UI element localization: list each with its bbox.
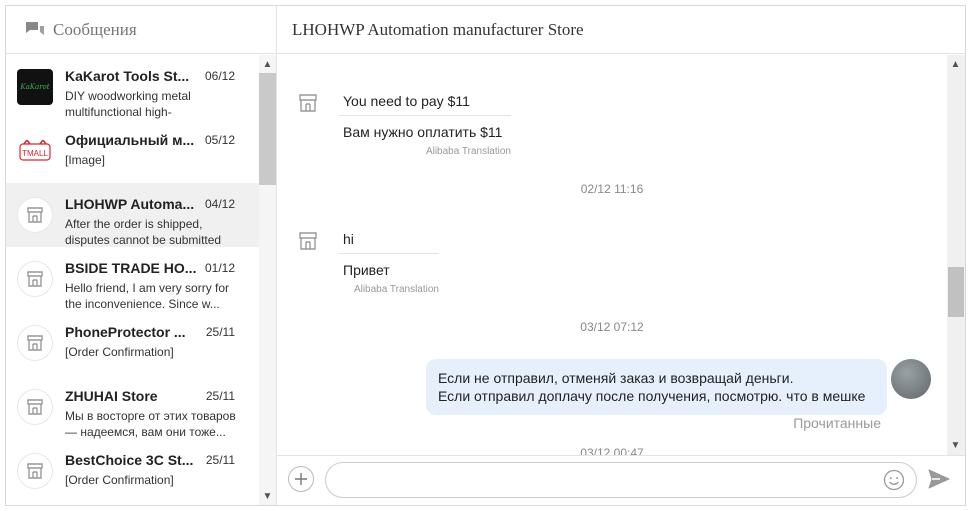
store-icon	[27, 271, 43, 287]
scroll-down-arrow-icon[interactable]: ▼	[259, 488, 276, 504]
message-original-text: hi	[339, 231, 439, 254]
conversation-preview: DIY woodworking metal multifunctional hi…	[65, 89, 191, 119]
conversation-item-phoneprotector[interactable]: PhoneProtector ... 25/11 [Order Confirma…	[6, 311, 259, 375]
plus-icon	[295, 473, 307, 485]
conversation-item-kakarot[interactable]: KaKarot KaKarot Tools St... 06/12 DIY wo…	[6, 55, 259, 119]
outgoing-message-line: Если не отправил, отменяй заказ и возвра…	[438, 370, 794, 386]
message-timestamp: 02/12 11:16	[580, 182, 644, 196]
conversation-list[interactable]: KaKarot KaKarot Tools St... 06/12 DIY wo…	[6, 55, 259, 505]
conversation-name: LHOHWP Automa...	[65, 196, 195, 212]
message-translation-text: Привет	[343, 262, 390, 278]
conversation-item-official[interactable]: TMALL Официальный м... 05/12 [Image]	[6, 119, 259, 183]
store-icon	[27, 207, 43, 223]
conversation-name: ZHUHAI Store	[65, 388, 158, 404]
scroll-down-arrow-icon[interactable]: ▼	[947, 437, 964, 453]
attach-button[interactable]	[288, 466, 314, 492]
avatar	[17, 453, 53, 489]
conversation-sidebar: Сообщения KaKarot KaKarot Tools St... 06…	[6, 6, 277, 505]
chat-header: LHOHWP Automation manufacturer Store	[277, 6, 965, 54]
store-icon	[27, 399, 43, 415]
conversation-preview: [Order Confirmation]	[65, 473, 174, 487]
messenger-window: Сообщения KaKarot KaKarot Tools St... 06…	[5, 5, 966, 506]
read-status: Прочитанные	[793, 415, 881, 431]
scroll-up-arrow-icon[interactable]: ▲	[259, 56, 276, 72]
conversation-date: 25/11	[205, 325, 235, 339]
conversation-name: BestChoice 3C St...	[65, 452, 194, 468]
message-input[interactable]	[340, 471, 860, 491]
conversation-date: 06/12	[204, 69, 235, 83]
chat-panel: LHOHWP Automation manufacturer Store You…	[277, 6, 965, 505]
my-avatar	[891, 359, 931, 399]
message-timestamp: 03/12 07:12	[580, 320, 644, 334]
conversation-preview: Hello friend, I am very sorry for the in…	[65, 281, 230, 311]
outgoing-message-bubble: Если не отправил, отменяй заказ и возвра…	[426, 359, 887, 415]
message-original-text: You need to pay $11	[339, 93, 511, 116]
incoming-message: hi Привет Alibaba Translation	[339, 231, 439, 295]
conversation-name: PhoneProtector ...	[65, 324, 186, 340]
sidebar-title: Сообщения	[53, 19, 137, 39]
avatar	[17, 389, 53, 425]
store-icon	[27, 463, 43, 479]
conversation-date: 04/12	[204, 197, 235, 211]
store-icon	[299, 94, 317, 112]
tmall-logo-icon: TMALL	[19, 140, 51, 161]
conversation-preview: [Order Confirmation]	[65, 345, 174, 359]
conversation-date: 05/12	[204, 133, 235, 147]
sidebar-scroll-thumb[interactable]	[259, 73, 276, 185]
conversation-item-bestchoice[interactable]: BestChoice 3C St... 25/11 [Order Confirm…	[6, 439, 259, 503]
chat-title: LHOHWP Automation manufacturer Store	[292, 19, 584, 39]
store-icon	[299, 232, 317, 250]
chat-bubbles-icon	[26, 21, 44, 35]
avatar-logo-text: KaKarot	[20, 83, 50, 91]
avatar	[17, 261, 53, 297]
store-icon	[27, 335, 43, 351]
conversation-preview: Мы в восторге от этих товаров — надеемся…	[65, 409, 236, 439]
conversation-preview: After the order is shipped, disputes can…	[65, 217, 222, 247]
conversation-name: BSIDE TRADE HO...	[65, 260, 197, 276]
message-input-wrapper[interactable]	[325, 462, 917, 498]
smiley-icon[interactable]	[883, 469, 905, 491]
translation-source-label: Alibaba Translation	[425, 146, 511, 157]
conversation-date: 01/12	[204, 261, 235, 275]
conversation-item-zhuhai[interactable]: ZHUHAI Store 25/11 Мы в восторге от этих…	[6, 375, 259, 439]
translation-source-label: Alibaba Translation	[353, 284, 439, 295]
scroll-up-arrow-icon[interactable]: ▲	[947, 56, 964, 72]
sidebar-scrollbar[interactable]: ▲ ▼	[259, 55, 276, 505]
avatar: KaKarot	[17, 69, 53, 105]
chat-scroll-thumb[interactable]	[948, 267, 964, 317]
message-composer	[277, 455, 965, 505]
conversation-item-bside[interactable]: BSIDE TRADE HO... 01/12 Hello friend, I …	[6, 247, 259, 311]
message-area: You need to pay $11 Вам нужно оплатить $…	[277, 55, 947, 455]
avatar: TMALL	[17, 133, 53, 169]
chat-scrollbar[interactable]: ▲ ▼	[947, 55, 965, 455]
avatar	[17, 325, 53, 361]
send-icon[interactable]	[927, 468, 951, 490]
sidebar-header: Сообщения	[6, 6, 276, 54]
svg-text:TMALL: TMALL	[22, 149, 48, 158]
conversation-preview: [Image]	[65, 153, 106, 167]
outgoing-message-line: Если отправил доплачу после получения, п…	[438, 388, 866, 404]
message-translation-text: Вам нужно оплатить $11	[343, 124, 503, 140]
avatar	[17, 197, 53, 233]
incoming-message: You need to pay $11 Вам нужно оплатить $…	[339, 93, 511, 157]
conversation-date: 25/11	[205, 389, 235, 403]
conversation-name: Официальный м...	[65, 132, 195, 148]
conversation-date: 25/11	[205, 453, 235, 467]
conversation-name: KaKarot Tools St...	[65, 68, 190, 84]
message-timestamp: 03/12 00:47	[580, 446, 644, 455]
conversation-item-lhohwp[interactable]: LHOHWP Automa... 04/12 After the order i…	[6, 183, 259, 247]
